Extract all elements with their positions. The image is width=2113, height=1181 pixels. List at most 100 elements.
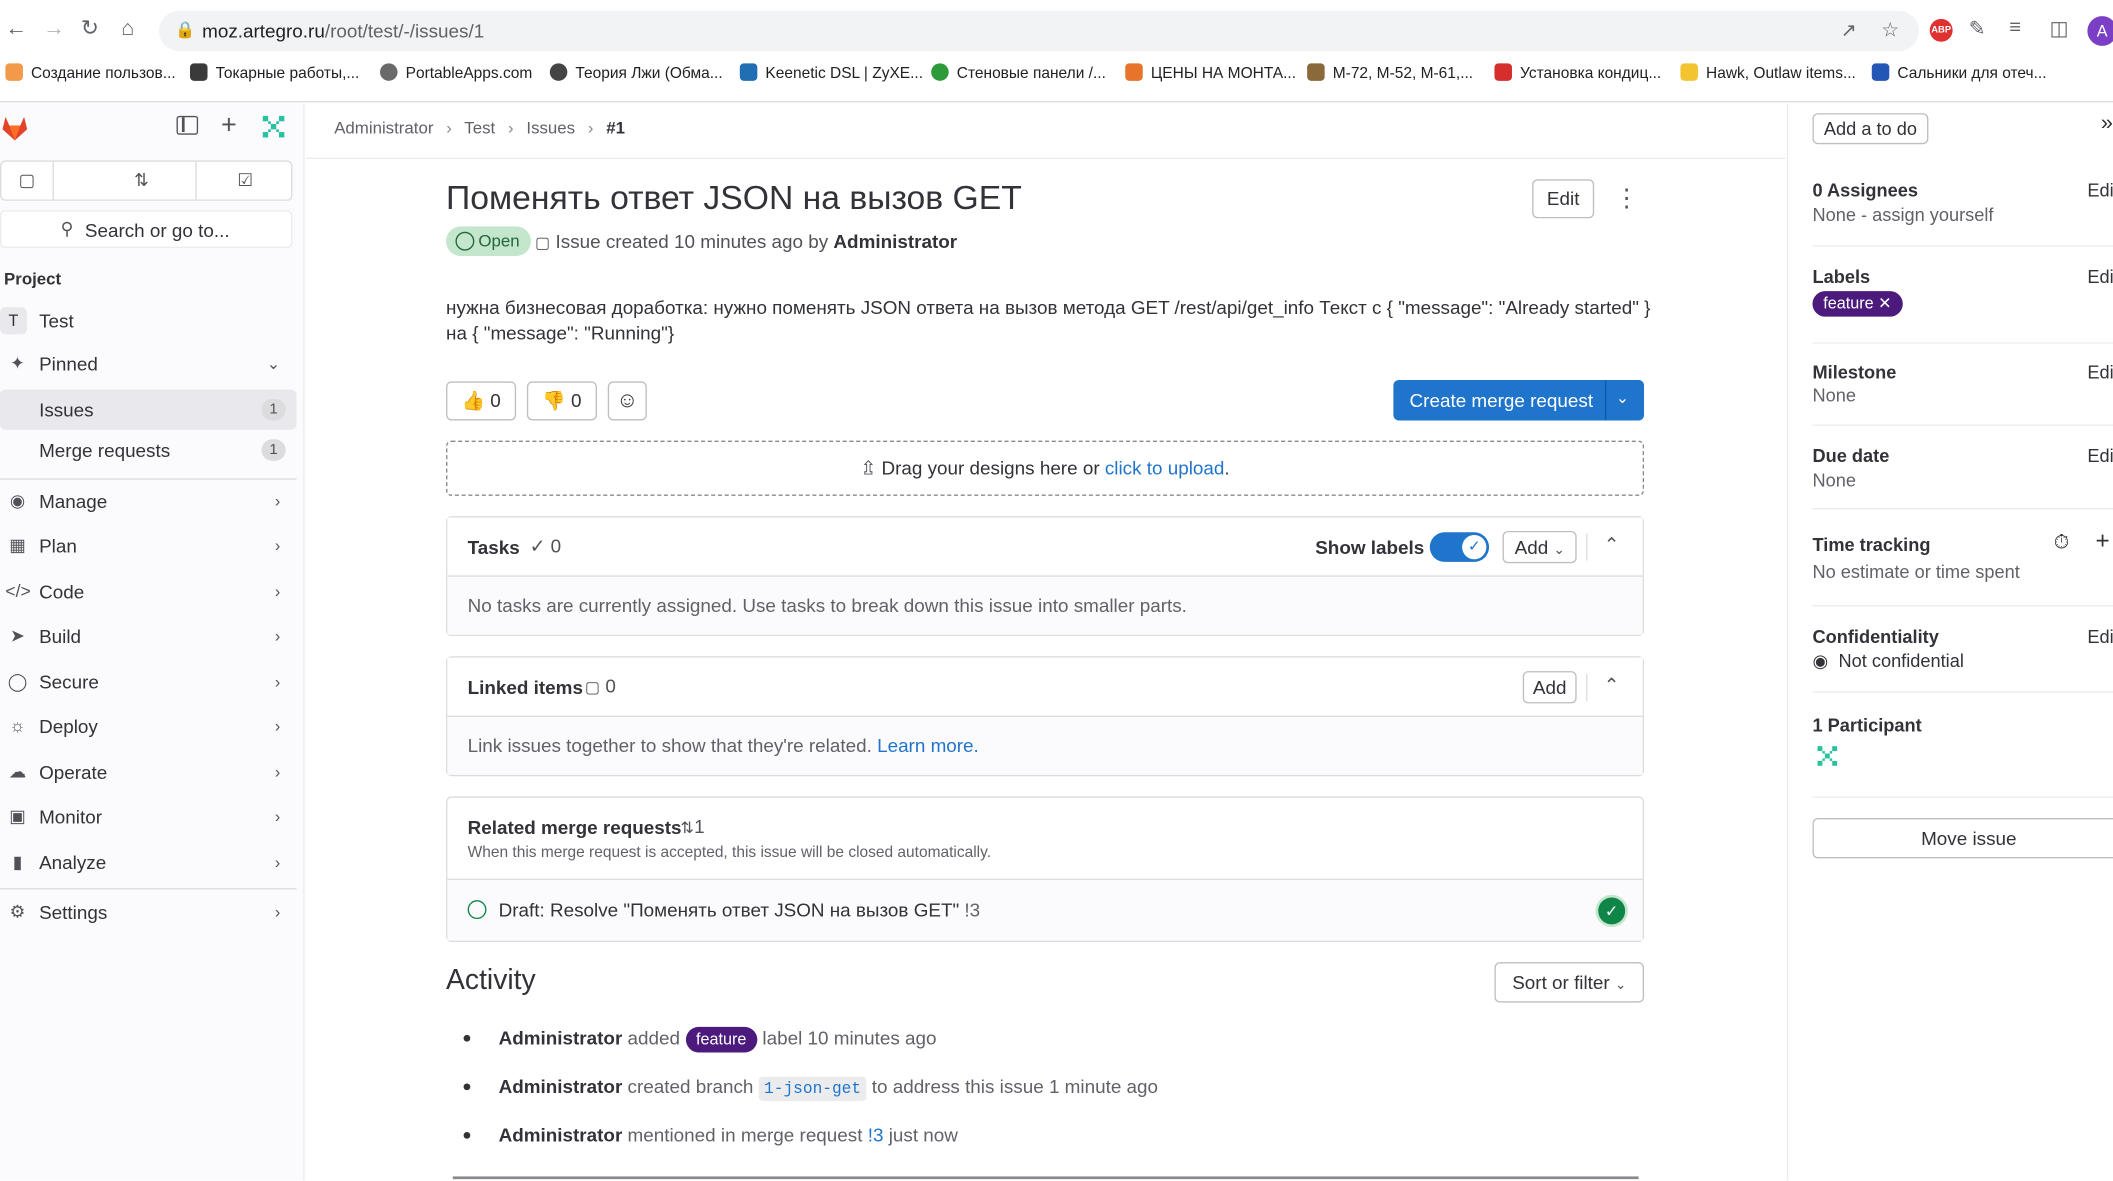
assignees-edit[interactable]: Edi — [2087, 181, 2113, 201]
user-avatar-icon[interactable] — [259, 112, 289, 142]
forward-icon[interactable]: → — [43, 15, 65, 45]
side-panel-icon[interactable]: ◫ — [2050, 16, 2069, 41]
home-icon[interactable]: ⌂ — [121, 15, 134, 45]
move-issue-button[interactable]: Move issue — [1812, 817, 2113, 859]
design-dropzone[interactable]: ⇫ Drag your designs here or click to upl… — [446, 440, 1645, 496]
breadcrumb-item[interactable]: Test — [464, 119, 495, 138]
confidentiality-edit[interactable]: Edi — [2087, 627, 2113, 647]
breadcrumb-item[interactable]: Issues — [526, 119, 575, 138]
related-mr-title: Related merge requests — [467, 816, 682, 839]
sidebar-item-settings[interactable]: ⚙ Settings › — [0, 892, 296, 932]
star-icon[interactable]: ☆ — [1881, 18, 1899, 42]
upload-link[interactable]: click to upload — [1105, 457, 1225, 479]
chevron-down-icon[interactable]: ⌄ — [1616, 377, 1630, 417]
bookmark-item[interactable]: Hawk, Outlaw items... — [1680, 63, 1856, 82]
sidebar-project-link[interactable]: T Test — [0, 301, 296, 341]
participant-avatar[interactable] — [1814, 743, 1841, 770]
bookmark-item[interactable]: Теория Лжи (Обма... — [549, 63, 723, 82]
bookmark-item[interactable]: ЦЕНЫ НА МОНТА... — [1125, 63, 1296, 82]
add-time-icon[interactable]: + — [2095, 527, 2109, 555]
url-text: moz.artegro.ru/root/test/-/issues/1 — [202, 20, 485, 42]
thumbs-up-icon: 👍 — [461, 389, 485, 412]
bookmark-item[interactable]: Сальники для отеч... — [1871, 63, 2047, 82]
gitlab-logo-icon[interactable] — [0, 113, 30, 143]
search-placeholder: Search or go to... — [84, 219, 230, 242]
link-icon: ▢ — [584, 677, 601, 697]
collapse-icon[interactable]: ⌃ — [1604, 534, 1620, 557]
breadcrumb: Administrator › Test › Issues › #1 — [305, 103, 1786, 160]
collapse-sidebar-icon[interactable]: » — [2101, 112, 2113, 136]
reading-list-icon[interactable]: ≡ — [2009, 16, 2021, 39]
tasks-add-button[interactable]: Add ⌄ — [1502, 530, 1577, 564]
milestone-title: Milestone — [1812, 362, 1897, 383]
show-labels-toggle[interactable]: ✓ — [1429, 532, 1490, 562]
sidebar-item-monitor[interactable]: ▣ Monitor › — [0, 796, 296, 836]
manage-icon: ◉ — [9, 490, 26, 511]
sidebar-item-merge-requests[interactable]: Merge requests 1 — [0, 430, 296, 470]
share-icon[interactable]: ↗ — [1841, 19, 1857, 42]
more-actions-icon[interactable]: ⋮ — [1614, 185, 1638, 212]
rocket-icon: ➤ — [10, 625, 25, 646]
create-new-icon[interactable]: + — [221, 111, 237, 141]
adblock-icon[interactable]: ABP — [1929, 18, 1953, 42]
label-chip[interactable]: feature ✕ — [1812, 291, 1903, 317]
issues-nav-icon[interactable]: ▢ — [1, 162, 52, 200]
search-button[interactable]: ⚲ Search or go to... — [0, 210, 293, 248]
issue-type-icon: ▢ — [534, 233, 551, 252]
learn-more-link[interactable]: Learn more. — [877, 734, 979, 756]
breadcrumb-current[interactable]: #1 — [606, 119, 625, 138]
sidebar-item-build[interactable]: ➤ Build › — [0, 616, 296, 656]
close-icon: ✕ — [1878, 293, 1892, 313]
mr-ref-link[interactable]: !3 — [868, 1124, 884, 1146]
address-bar[interactable]: 🔒 moz.artegro.ru/root/test/-/issues/1 ↗ … — [159, 10, 1919, 52]
sidebar-item-secure[interactable]: ◯ Secure › — [0, 662, 296, 702]
status-badge: Open — [446, 226, 531, 257]
merge-requests-nav-icon[interactable]: ⇅ — [93, 162, 190, 200]
sidebar-pinned[interactable]: ✦ Pinned ⌄ — [0, 344, 296, 384]
stopwatch-icon[interactable]: ⏱ — [2054, 531, 2070, 554]
sidebar-item-issues[interactable]: Issues 1 — [0, 389, 297, 430]
sidebar-item-operate[interactable]: ☁ Operate › — [0, 752, 296, 792]
bookmark-item[interactable]: Создание пользов... — [5, 63, 176, 82]
bookmark-item[interactable]: Токарные работы,... — [190, 63, 359, 82]
branch-name[interactable]: 1-json-get — [758, 1076, 867, 1101]
pipeline-success-icon[interactable]: ✓ — [1598, 897, 1626, 925]
add-reaction-button[interactable]: ☺ — [607, 381, 647, 421]
sidebar-item-plan[interactable]: ▦ Plan › — [0, 526, 296, 566]
label-chip[interactable]: feature — [685, 1026, 758, 1053]
bookmark-item[interactable]: PortableApps.com — [380, 63, 532, 82]
todo-nav-icon[interactable]: ☑ — [197, 162, 294, 200]
due-date-edit[interactable]: Edi — [2087, 446, 2113, 466]
browser-chrome: ← → ↻ ⌂ 🔒 moz.artegro.ru/root/test/-/iss… — [0, 0, 2113, 103]
back-icon[interactable]: ← — [5, 15, 27, 45]
edit-button[interactable]: Edit — [1532, 179, 1595, 219]
profile-avatar[interactable]: A — [2087, 16, 2113, 46]
thumbs-down-button[interactable]: 👎 0 — [526, 381, 597, 421]
extensions-icon[interactable]: ✎ — [1969, 16, 1986, 41]
collapse-icon[interactable]: ⌃ — [1604, 674, 1620, 697]
sidebar-item-code[interactable]: </> Code › — [0, 571, 296, 611]
sidebar-toggle-icon[interactable] — [176, 115, 199, 135]
sidebar-item-manage[interactable]: ◉ Manage › — [0, 481, 296, 521]
reload-icon[interactable]: ↻ — [81, 15, 99, 45]
thumbs-up-button[interactable]: 👍 0 — [446, 381, 517, 421]
sidebar-item-analyze[interactable]: ▮ Analyze › — [0, 842, 296, 882]
related-mr-item[interactable]: Draft: Resolve "Поменять ответ JSON на в… — [447, 879, 1643, 941]
author-link[interactable]: Administrator — [833, 230, 957, 252]
create-merge-request-button[interactable]: Create merge request ⌄ — [1393, 377, 1645, 421]
labels-edit[interactable]: Edi — [2087, 267, 2113, 287]
bookmark-item[interactable]: М-72, М-52, М-61,... — [1307, 63, 1473, 82]
smiley-icon: ☺ — [616, 389, 639, 413]
bookmark-item[interactable]: Установка кондиц... — [1494, 63, 1661, 82]
chevron-right-icon: › — [274, 536, 281, 556]
milestone-edit[interactable]: Edi — [2087, 362, 2113, 382]
breadcrumb-item[interactable]: Administrator — [334, 119, 433, 138]
issue-open-icon — [455, 231, 475, 251]
add-todo-button[interactable]: Add a to do — [1812, 113, 1929, 145]
assignees-value[interactable]: None - assign yourself — [1812, 205, 1993, 225]
linked-add-button[interactable]: Add — [1522, 671, 1577, 704]
bookmark-item[interactable]: Keenetic DSL | ZyXE... — [739, 63, 923, 82]
sort-filter-button[interactable]: Sort or filter ⌄ — [1494, 962, 1645, 1003]
sidebar-item-deploy[interactable]: ☼ Deploy › — [0, 706, 296, 746]
bookmark-item[interactable]: Стеновые панели /... — [931, 63, 1106, 82]
